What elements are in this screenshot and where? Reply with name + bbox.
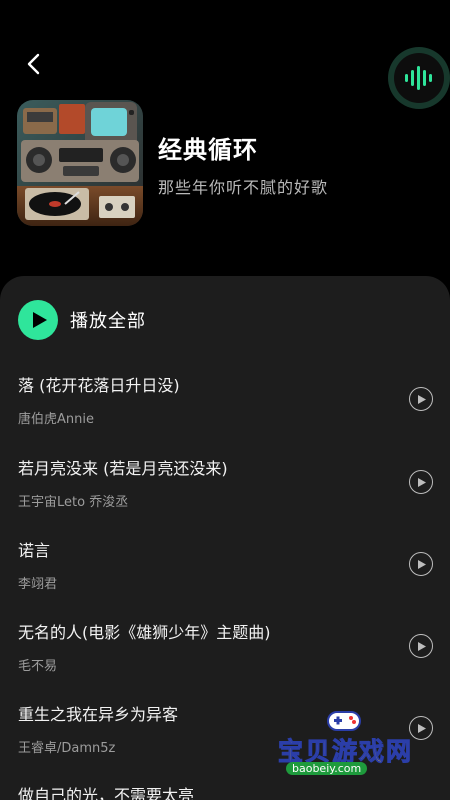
song-artist: 唐伯虎Annie [18, 412, 94, 427]
song-row[interactable]: 无名的人(电影《雄狮少年》主题曲) 毛不易 [0, 619, 450, 701]
song-artist: 王睿卓/Damn5z [18, 741, 116, 756]
song-title: 无名的人(电影《雄狮少年》主题曲) [18, 623, 271, 642]
play-icon [418, 559, 426, 569]
song-row[interactable]: 诺言 李翊君 [0, 537, 450, 619]
song-title: 若月亮没来 (若是月亮还没来) [18, 459, 228, 478]
now-playing-button[interactable] [388, 47, 450, 109]
play-icon [418, 477, 426, 487]
song-play-button[interactable] [409, 387, 433, 411]
cover-art [17, 100, 143, 226]
chevron-left-icon [27, 53, 40, 75]
song-row[interactable]: 若月亮没来 (若是月亮还没来) 王宇宙Leto 乔浚丞 [0, 455, 450, 537]
play-all-circle [18, 300, 58, 340]
song-row[interactable]: 落 (花开花落日升日没) 唐伯虎Annie [0, 372, 450, 454]
play-icon [32, 312, 47, 328]
gamepad-icon [327, 711, 361, 731]
play-all-label: 播放全部 [70, 311, 146, 332]
song-title: 诺言 [18, 541, 51, 560]
play-icon [418, 394, 426, 404]
watermark-logo: 宝贝游戏网 baobeiy.com [272, 706, 422, 790]
song-artist: 王宇宙Leto 乔浚丞 [18, 495, 129, 510]
song-play-button[interactable] [409, 634, 433, 658]
song-artist: 李翊君 [18, 577, 58, 592]
back-button[interactable] [18, 48, 50, 80]
playlist-cover-image [17, 100, 143, 226]
sound-wave-icon [405, 66, 432, 90]
song-play-button[interactable] [409, 552, 433, 576]
now-playing-inner [394, 53, 444, 103]
song-title: 重生之我在异乡为异客 [18, 705, 179, 724]
play-icon [418, 641, 426, 651]
watermark-url: baobeiy.com [286, 762, 368, 775]
play-all-button[interactable]: 播放全部 [18, 300, 146, 340]
song-title: 落 (花开花落日升日没) [18, 376, 180, 395]
playlist-title: 经典循环 [158, 136, 258, 164]
song-title: 做自己的光，不需要太亮 [18, 786, 195, 800]
song-play-button[interactable] [409, 470, 433, 494]
song-artist: 毛不易 [18, 659, 58, 674]
playlist-subtitle: 那些年你听不腻的好歌 [158, 178, 329, 197]
